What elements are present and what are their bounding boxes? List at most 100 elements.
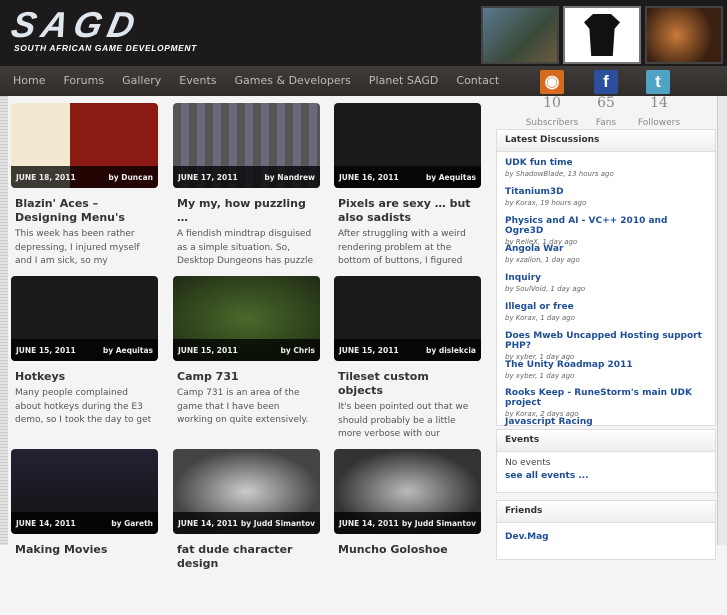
discussion-link[interactable]: Inquiry [505,273,707,283]
nav-planet-sagd[interactable]: Planet SAGD [369,66,439,96]
post-date: JUNE 14, 2011 [339,518,399,528]
nav-home[interactable]: Home [13,66,45,96]
post-date: JUNE 14, 2011 [16,518,76,528]
post-image[interactable]: JUNE 14, 2011 by Judd Simantov [334,449,481,534]
twitter-icon[interactable]: t [646,70,670,94]
friends-panel: Friends Dev.Mag [496,500,716,560]
fan-label: Fans [595,118,617,128]
discussion-link[interactable]: UDK fun time [505,158,707,168]
post-excerpt: It's been pointed out that we should pro… [338,402,469,439]
follower-label: Followers [637,118,681,128]
post-card: JUNE 18, 2011 by Duncan Blazin' Aces – Des… [11,103,158,269]
post-card: JUNE 16, 2011 by Aequitas Pixels are sexy … [334,103,481,269]
post-date: JUNE 18, 2011 [16,172,76,182]
header-thumb[interactable] [645,6,723,64]
discussion-link[interactable]: Rooks Keep - RuneStorm's main UDK projec… [505,388,707,408]
post-date: JUNE 15, 2011 [178,345,238,355]
header-thumb[interactable] [481,6,559,64]
post-author[interactable]: by Gareth [111,519,153,528]
see-all-events-link[interactable]: see all events ... [505,471,707,481]
post-meta: JUNE 16, 2011 by Aequitas [334,166,481,188]
post-image[interactable]: JUNE 14, 2011 by Judd Simantov [173,449,320,534]
post-date: JUNE 16, 2011 [339,172,399,182]
post-card: JUNE 14, 2011 by Gareth Making Movies [11,449,158,601]
discussion-link[interactable]: Titanium3D [505,187,707,197]
discussion-meta: by xyber, 1 day ago [505,371,575,380]
post-card: JUNE 17, 2011 by Nandrew My my, how puzzli… [173,103,320,269]
rss-stat: 10 Subscribers [522,96,582,129]
discussion-item: Inquiry by SoulVoid, 1 day ago [505,273,707,299]
post-title[interactable]: My my, how puzzling … [177,197,316,225]
post-author[interactable]: by Judd Simantov [241,519,315,528]
post-author[interactable]: by dislekcia [426,346,476,355]
rss-icon[interactable]: ◉ [540,70,564,94]
discussion-link[interactable]: Does Mweb Uncapped Hosting support PHP? [505,331,707,351]
left-border [0,96,8,545]
post-image[interactable]: JUNE 14, 2011 by Gareth [11,449,158,534]
post-excerpt: This week has been rather depressing, I … [15,229,140,266]
post-title[interactable]: Muncho Goloshoe [338,543,477,557]
nav-games-developers[interactable]: Games & Developers [235,66,351,96]
discussion-item: Rooks Keep - RuneStorm's main UDK projec… [505,388,707,418]
post-excerpt [338,560,477,601]
post-author[interactable]: by Duncan [108,173,153,182]
panel-title: Latest Discussions [497,130,715,152]
post-card: JUNE 14, 2011 by Judd Simantov Muncho Golo… [334,449,481,601]
discussion-link[interactable]: Physics and AI - VC++ 2010 and Ogre3D [505,216,707,236]
post-image[interactable]: JUNE 17, 2011 by Nandrew [173,103,320,188]
header-thumb[interactable] [563,6,641,64]
fan-count: 65 [597,95,615,111]
post-excerpt [15,560,154,601]
post-title[interactable]: Pixels are sexy … but also sadists [338,197,477,225]
panel-title: Events [497,430,715,452]
post-title[interactable]: Hotkeys [15,370,154,384]
facebook-icon[interactable]: f [594,70,618,94]
twitter-stat: 14 Followers [629,96,689,129]
post-excerpt [177,574,316,615]
post-meta: JUNE 15, 2011 by Aequitas [11,339,158,361]
post-author[interactable]: by Chris [281,346,315,355]
post-meta: JUNE 17, 2011 by Nandrew [173,166,320,188]
post-title[interactable]: Making Movies [15,543,154,557]
nav-events[interactable]: Events [179,66,216,96]
discussion-item: Physics and AI - VC++ 2010 and Ogre3D by … [505,216,707,246]
latest-discussions-panel: Latest Discussions UDK fun time by Shadow… [496,129,716,437]
nav-gallery[interactable]: Gallery [122,66,161,96]
post-meta: JUNE 14, 2011 by Judd Simantov [334,512,481,534]
post-author[interactable]: by Aequitas [103,346,153,355]
discussion-link[interactable]: Javascript Racing [505,417,707,427]
discussion-link[interactable]: Illegal or free [505,302,707,312]
friend-link[interactable]: Dev.Mag [505,532,707,542]
post-meta: JUNE 18, 2011 by Duncan [11,166,158,188]
post-title[interactable]: Tileset custom objects [338,370,477,398]
post-image[interactable]: JUNE 15, 2011 by Chris [173,276,320,361]
post-title[interactable]: Camp 731 [177,370,316,384]
post-image[interactable]: JUNE 18, 2011 by Duncan [11,103,158,188]
post-title[interactable]: Blazin' Aces – Designing Menu's [15,197,154,225]
post-card: JUNE 15, 2011 by dislekcia Tileset custom … [334,276,481,442]
scrollbar[interactable] [717,96,727,545]
discussion-meta: by Korax, 19 hours ago [505,198,587,207]
header-thumbnails [481,6,723,64]
site-logo[interactable]: SAGD [8,4,145,45]
post-image[interactable]: JUNE 15, 2011 by Aequitas [11,276,158,361]
post-image[interactable]: JUNE 16, 2011 by Aequitas [334,103,481,188]
discussion-meta: by ShadowBlade, 13 hours ago [505,170,614,178]
post-author[interactable]: by Aequitas [426,173,476,182]
discussion-meta: by Korax, 1 day ago [505,313,575,322]
site-header: SAGD SOUTH AFRICAN GAME DEVELOPMENT [0,0,727,66]
discussion-item: Titanium3D by Korax, 19 hours ago [505,187,707,213]
post-date: JUNE 15, 2011 [339,345,399,355]
post-title[interactable]: fat dude character design [177,543,316,571]
discussion-item: UDK fun time by ShadowBlade, 13 hours ago [505,158,707,184]
nav-forums[interactable]: Forums [63,66,104,96]
discussion-link[interactable]: The Unity Roadmap 2011 [505,360,707,370]
post-author[interactable]: by Judd Simantov [402,519,476,528]
post-image[interactable]: JUNE 15, 2011 by dislekcia [334,276,481,361]
post-author[interactable]: by Nandrew [264,173,315,182]
site-tagline: SOUTH AFRICAN GAME DEVELOPMENT [14,43,197,53]
post-meta: JUNE 14, 2011 by Judd Simantov [173,512,320,534]
nav-contact[interactable]: Contact [456,66,499,96]
panel-title: Friends [497,501,715,523]
discussion-link[interactable]: Angola War [505,244,707,254]
